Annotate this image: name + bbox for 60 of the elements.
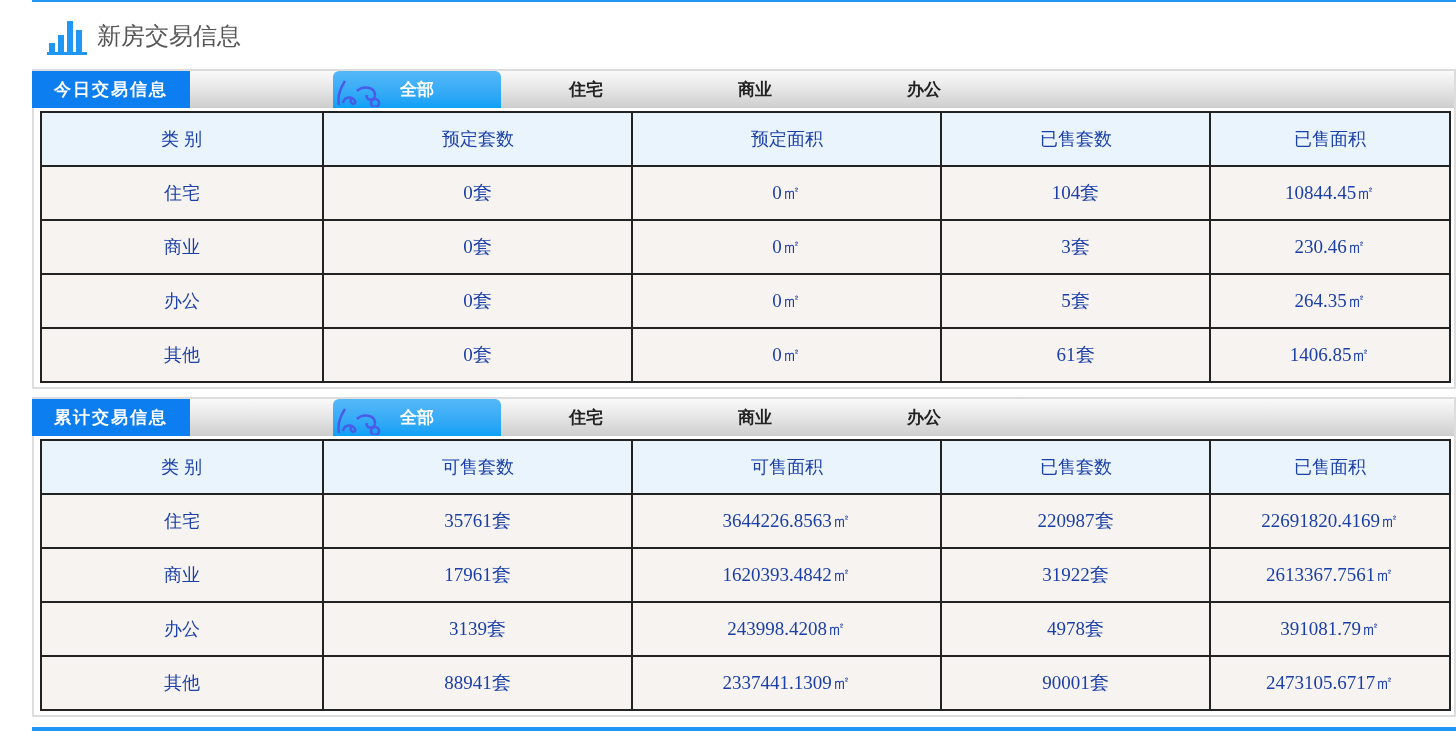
table-cell: 办公	[41, 274, 323, 328]
table-cell: 3139套	[323, 602, 632, 656]
bar-chart-icon	[47, 18, 87, 55]
column-header: 类 别	[41, 112, 323, 166]
table-cell: 10844.45㎡	[1210, 166, 1450, 220]
table-cell: 0套	[323, 220, 632, 274]
table-cell: 住宅	[41, 166, 323, 220]
filter-tab[interactable]: 商业	[670, 399, 839, 436]
column-header: 已售套数	[941, 112, 1210, 166]
table-cell: 4978套	[941, 602, 1210, 656]
table-cell: 61套	[941, 328, 1210, 382]
table-cell: 商业	[41, 548, 323, 602]
table-cell: 22691820.4169㎡	[1210, 494, 1450, 548]
column-header: 已售套数	[941, 440, 1210, 494]
table-cell: 住宅	[41, 494, 323, 548]
column-header: 类 别	[41, 440, 323, 494]
table-cell: 220987套	[941, 494, 1210, 548]
table-cell: 88941套	[323, 656, 632, 710]
filter-tab[interactable]: 办公	[839, 71, 1008, 108]
table-cell: 其他	[41, 328, 323, 382]
filter-tab[interactable]: 办公	[839, 399, 1008, 436]
table-cell: 2337441.1309㎡	[632, 656, 941, 710]
table-cell: 办公	[41, 602, 323, 656]
column-header: 可售套数	[323, 440, 632, 494]
table-cell: 3644226.8563㎡	[632, 494, 941, 548]
section-label: 今日交易信息	[32, 71, 190, 108]
filter-tab[interactable]: 住宅	[501, 399, 670, 436]
table-cell: 230.46㎡	[1210, 220, 1450, 274]
table-cell: 商业	[41, 220, 323, 274]
table-cell: 0㎡	[632, 220, 941, 274]
table-cell: 35761套	[323, 494, 632, 548]
table-cell: 391081.79㎡	[1210, 602, 1450, 656]
table-cell: 264.35㎡	[1210, 274, 1450, 328]
table-cell: 2473105.6717㎡	[1210, 656, 1450, 710]
column-header: 预定面积	[632, 112, 941, 166]
table-cell: 0套	[323, 166, 632, 220]
table-cell: 31922套	[941, 548, 1210, 602]
table-cell: 17961套	[323, 548, 632, 602]
page-title: 新房交易信息	[97, 20, 241, 51]
table-cell: 2613367.7561㎡	[1210, 548, 1450, 602]
table-cell: 1620393.4842㎡	[632, 548, 941, 602]
table-cell: 3套	[941, 220, 1210, 274]
section-label: 累计交易信息	[32, 399, 190, 436]
table-cell: 104套	[941, 166, 1210, 220]
table-cell: 243998.4208㎡	[632, 602, 941, 656]
table-cell: 0套	[323, 328, 632, 382]
table-cell: 90001套	[941, 656, 1210, 710]
table-cell: 0㎡	[632, 274, 941, 328]
filter-tab[interactable]: 住宅	[501, 71, 670, 108]
column-header: 可售面积	[632, 440, 941, 494]
table-cell: 0套	[323, 274, 632, 328]
column-header: 已售面积	[1210, 112, 1450, 166]
table-cell: 1406.85㎡	[1210, 328, 1450, 382]
table-cell: 其他	[41, 656, 323, 710]
column-header: 预定套数	[323, 112, 632, 166]
table-cell: 0㎡	[632, 328, 941, 382]
filter-tab[interactable]: 商业	[670, 71, 839, 108]
column-header: 已售面积	[1210, 440, 1450, 494]
table-cell: 0㎡	[632, 166, 941, 220]
table-cell: 5套	[941, 274, 1210, 328]
